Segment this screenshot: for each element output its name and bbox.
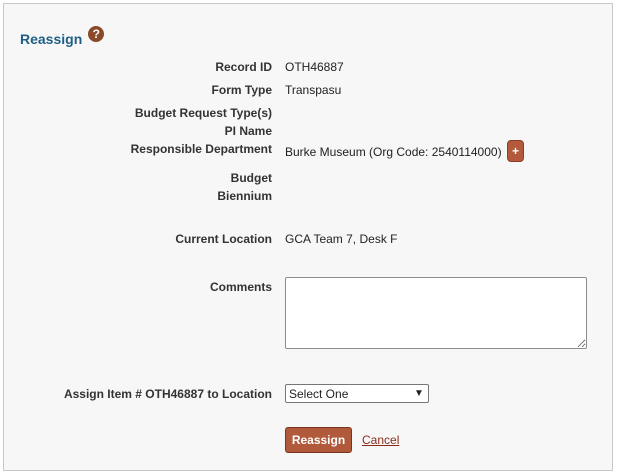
- budget-request-types-label: Budget Request Type(s): [134, 106, 272, 120]
- current-location-label: Current Location: [175, 232, 272, 246]
- reassign-panel: Reassign ? Record ID OTH46887 Form Type …: [3, 3, 613, 471]
- chevron-down-icon: ▼: [414, 388, 424, 399]
- current-location-value: GCA Team 7, Desk F: [285, 232, 398, 246]
- form-type-value: Transpasu: [285, 83, 342, 97]
- comments-textarea[interactable]: [285, 277, 587, 349]
- location-select[interactable]: Select One ▼: [285, 384, 429, 403]
- record-id-label: Record ID: [215, 60, 272, 74]
- responsible-department-label: Responsible Department: [130, 142, 272, 156]
- biennium-label: Biennium: [217, 189, 272, 203]
- pi-name-label: PI Name: [224, 124, 272, 138]
- comments-label: Comments: [209, 280, 272, 294]
- location-select-value: Select One: [289, 386, 349, 401]
- record-id-value: OTH46887: [285, 60, 344, 74]
- page-title: Reassign: [20, 31, 83, 47]
- add-department-button[interactable]: +: [507, 140, 524, 162]
- title-row: Reassign ?: [20, 26, 105, 47]
- question-mark-icon[interactable]: ?: [88, 26, 105, 42]
- cancel-link[interactable]: Cancel: [362, 433, 399, 447]
- form-type-label: Form Type: [211, 83, 272, 97]
- budget-label: Budget: [230, 171, 272, 185]
- assign-location-label: Assign Item # OTH46887 to Location: [63, 387, 272, 401]
- responsible-department-value: Burke Museum (Org Code: 2540114000): [285, 145, 502, 159]
- reassign-button[interactable]: Reassign: [285, 427, 352, 453]
